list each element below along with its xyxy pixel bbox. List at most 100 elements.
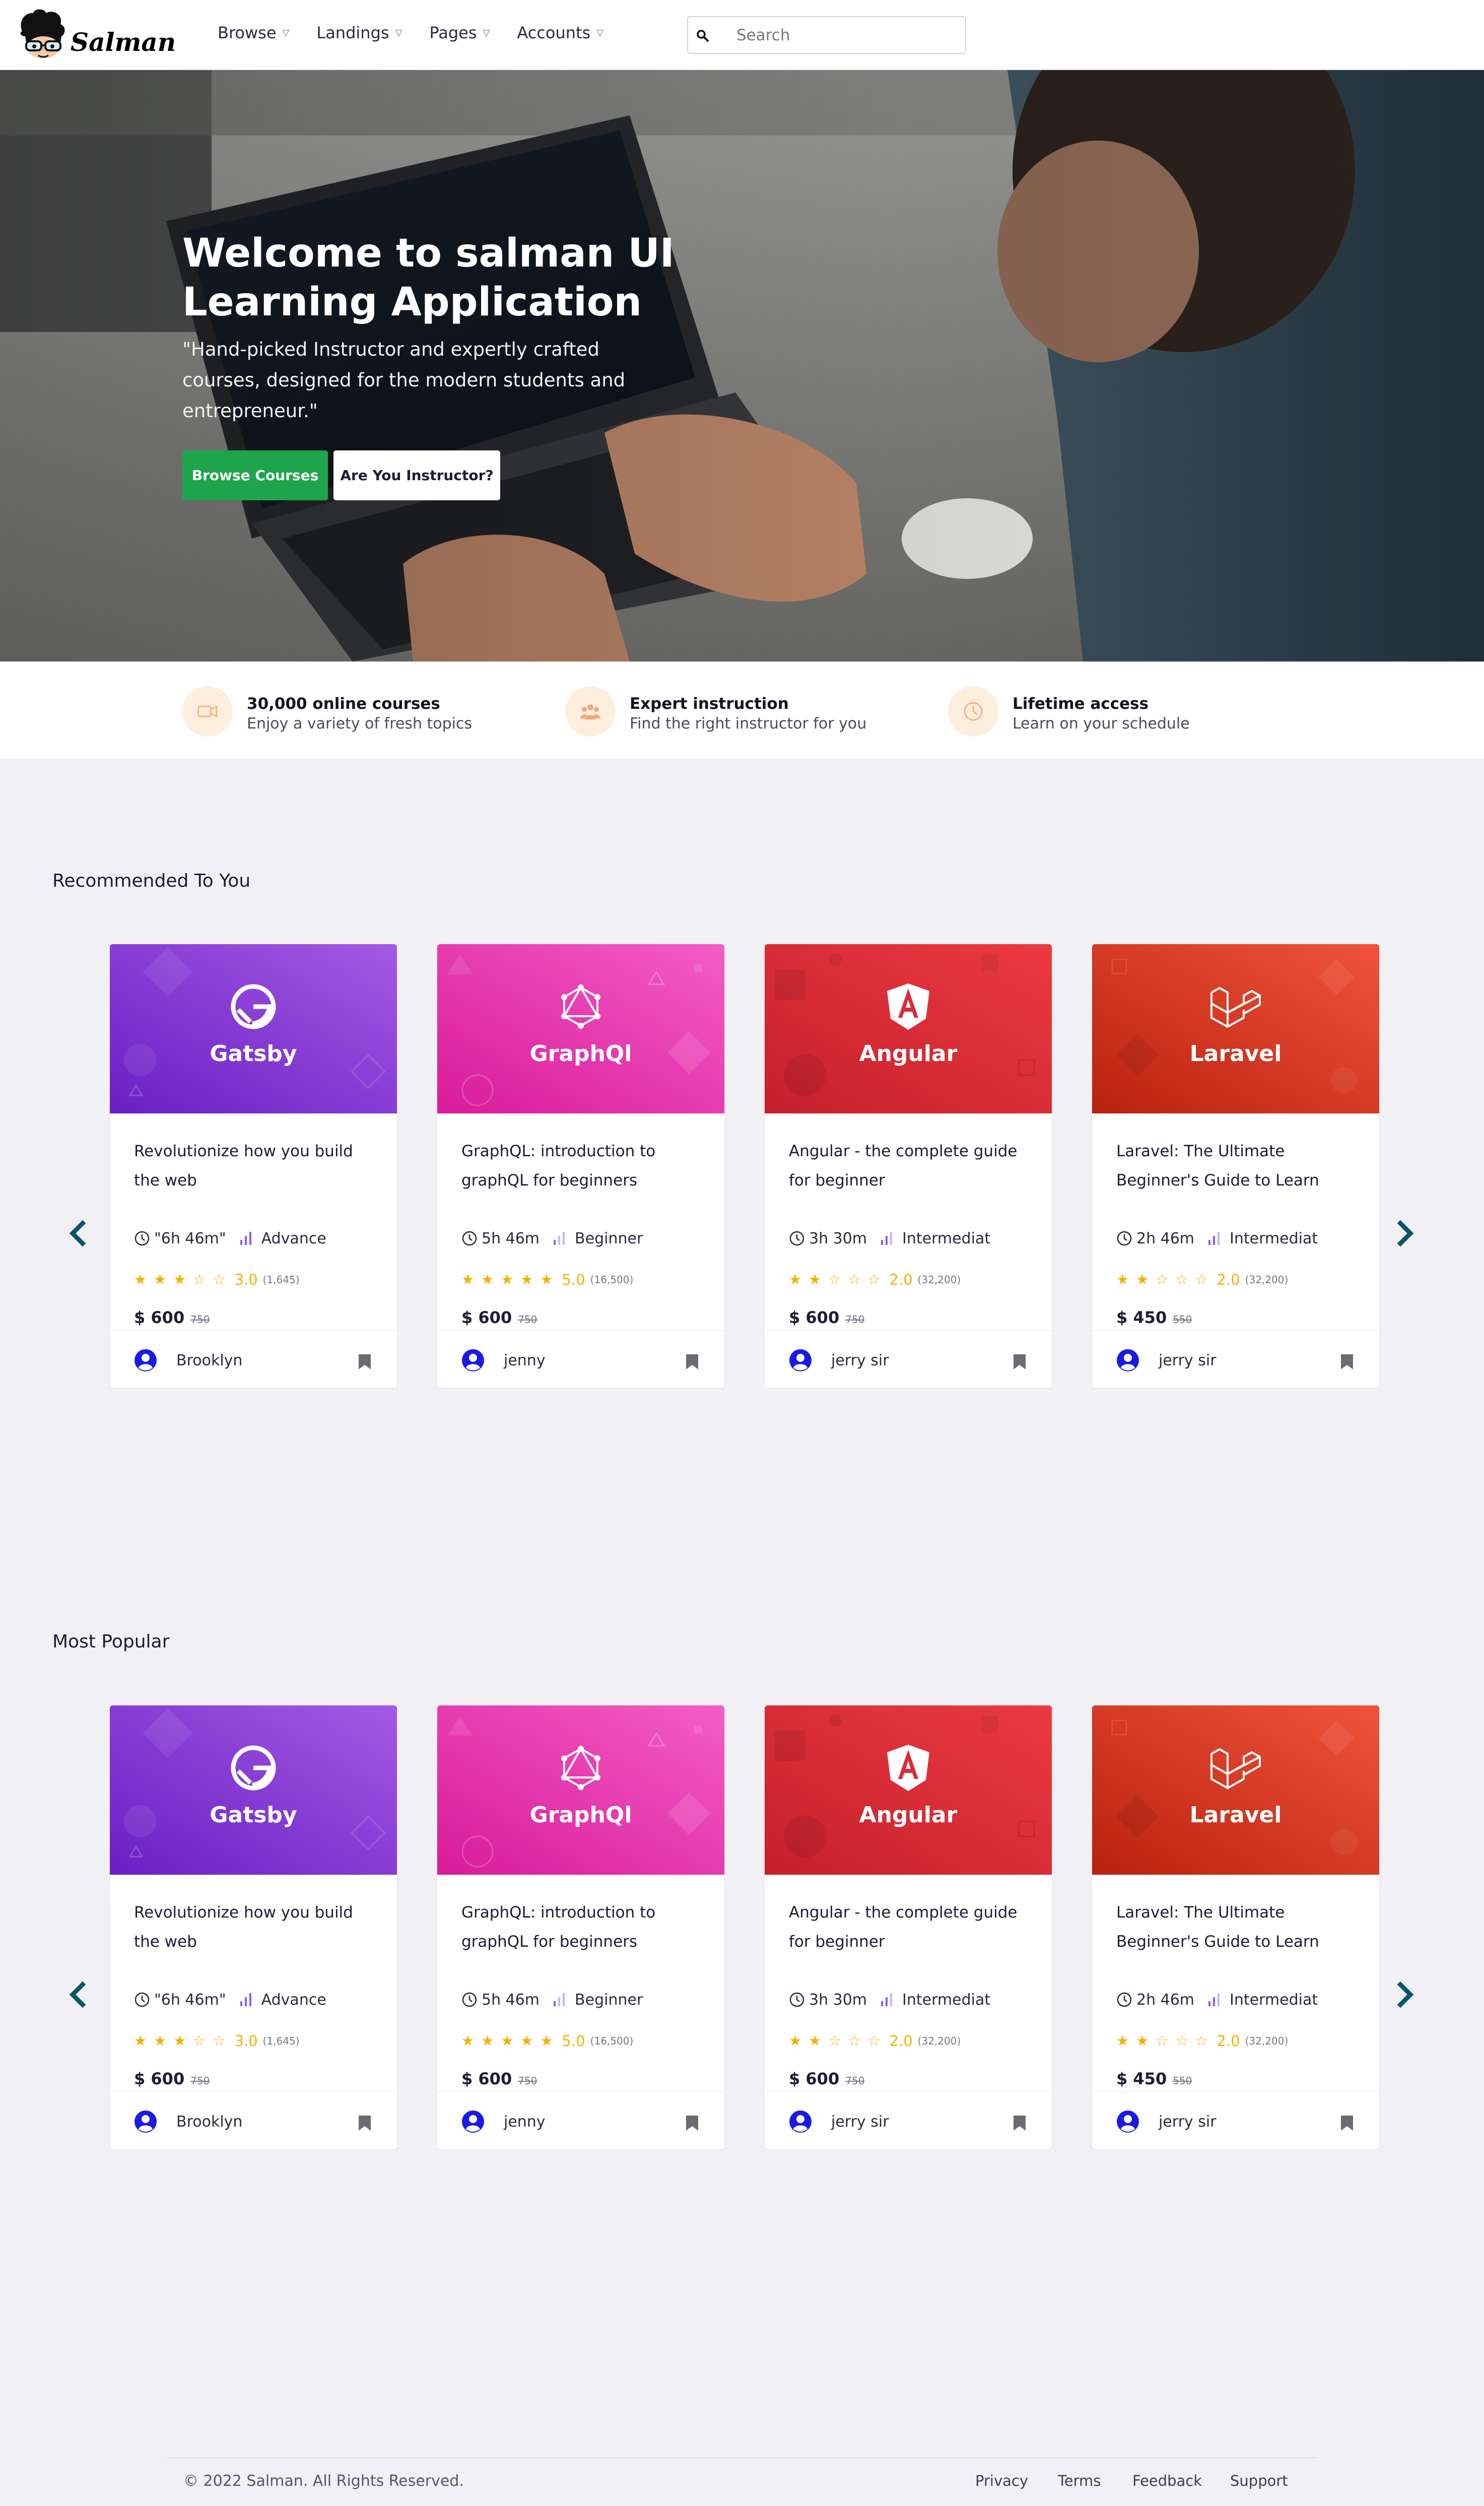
carousel-next-arrow-icon[interactable] — [1390, 1218, 1421, 1248]
author-name[interactable]: jerry sir — [831, 1352, 889, 1369]
level-bars-icon — [1208, 1993, 1220, 2006]
course-title[interactable]: Angular - the complete guide for beginne… — [789, 1137, 1036, 1195]
course-banner-graphql: GraphQl — [437, 944, 724, 1113]
user-avatar-icon[interactable] — [461, 2110, 485, 2133]
star-filled-icon: ★ — [481, 1271, 494, 1288]
author-name[interactable]: Brooklyn — [176, 2113, 242, 2131]
course-title[interactable]: Revolutionize how you build the web — [134, 1898, 381, 1956]
author-name[interactable]: jenny — [504, 2113, 546, 2131]
star-empty-icon: ☆ — [213, 2032, 226, 2049]
course-banner-gatsby: Gatsby — [110, 944, 397, 1113]
clock-icon — [964, 702, 983, 721]
star-filled-icon: ★ — [789, 1271, 802, 1288]
course-price: $ 600 750 — [789, 1308, 864, 1327]
carousel-next-arrow-icon[interactable] — [1390, 1980, 1421, 2010]
course-card[interactable]: Gatsby Revolutionize how you build the w… — [110, 944, 397, 1388]
bookmark-icon[interactable] — [1013, 1353, 1027, 1370]
menu-landings[interactable]: Landings ▽ — [316, 23, 402, 42]
price-old: 750 — [190, 2075, 210, 2087]
user-avatar-icon[interactable] — [1116, 2110, 1139, 2133]
course-card[interactable]: Angular Angular - the complete guide for… — [765, 944, 1052, 1388]
menu-pages[interactable]: Pages ▽ — [429, 23, 490, 42]
are-you-instructor-button[interactable]: Are You Instructor? — [333, 450, 500, 500]
banner-label: Laravel — [1189, 1041, 1282, 1067]
course-title[interactable]: Laravel: The Ultimate Beginner's Guide t… — [1116, 1898, 1363, 1956]
price-old: 750 — [845, 1313, 865, 1326]
course-footer: jenny — [437, 2091, 724, 2149]
user-avatar-icon[interactable] — [461, 1349, 485, 1372]
course-card[interactable]: Angular Angular - the complete guide for… — [765, 1705, 1052, 2149]
course-footer: jerry sir — [1092, 1330, 1379, 1388]
course-duration: "6h 46m" — [154, 1229, 226, 1247]
author-name[interactable]: jerry sir — [1159, 1352, 1217, 1369]
course-card[interactable]: Gatsby Revolutionize how you build the w… — [110, 1705, 397, 2149]
course-level: Beginner — [575, 1229, 643, 1247]
user-avatar-icon[interactable] — [789, 1349, 812, 1372]
level-bars-icon — [240, 1993, 251, 2006]
course-price: $ 600 750 — [134, 1308, 210, 1327]
course-price: $ 600 750 — [461, 2069, 537, 2088]
course-meta: 2h 46m Intermediat — [1116, 1228, 1318, 1248]
bookmark-icon[interactable] — [685, 2115, 699, 2132]
footer-link-support[interactable]: Support — [1230, 2472, 1288, 2489]
star-empty-icon: ☆ — [848, 2032, 861, 2049]
menu-browse[interactable]: Browse ▽ — [218, 23, 289, 42]
users-icon — [580, 704, 600, 719]
author-name[interactable]: jerry sir — [831, 2113, 889, 2131]
section-title-recommended: Recommended To You — [52, 871, 251, 891]
feature-icon-wrap — [948, 686, 998, 737]
course-card[interactable]: Laravel Laravel: The Ultimate Beginner's… — [1092, 1705, 1379, 2149]
bookmark-icon[interactable] — [1340, 2115, 1354, 2132]
user-avatar-icon[interactable] — [134, 1349, 157, 1372]
author-name[interactable]: jenny — [504, 1352, 546, 1369]
author-name[interactable]: Brooklyn — [176, 1352, 242, 1369]
user-avatar-icon[interactable] — [134, 2110, 157, 2133]
rating-value: 2.0 — [889, 2032, 913, 2050]
bookmark-icon[interactable] — [358, 1353, 372, 1370]
course-meta: "6h 46m" Advance — [134, 1228, 326, 1248]
carousel-prev-arrow-icon[interactable] — [62, 1980, 93, 2010]
bookmark-icon[interactable] — [358, 2115, 372, 2132]
level-bars-icon — [240, 1232, 251, 1245]
course-card[interactable]: GraphQl GraphQL: introduction to graphQL… — [437, 944, 724, 1388]
course-card[interactable]: Laravel Laravel: The Ultimate Beginner's… — [1092, 944, 1379, 1388]
course-rating: ★ ★ ☆ ☆ ☆ 2.0 (32,200) — [789, 1271, 961, 1289]
author-name[interactable]: jerry sir — [1159, 2113, 1217, 2131]
clock-icon — [462, 1992, 477, 2007]
footer-link-privacy[interactable]: Privacy — [975, 2472, 1028, 2489]
course-price: $ 600 750 — [134, 2069, 210, 2088]
course-meta: 3h 30m Intermediat — [789, 1990, 990, 2010]
course-title[interactable]: Angular - the complete guide for beginne… — [789, 1898, 1036, 1956]
course-title[interactable]: GraphQL: introduction to graphQL for beg… — [461, 1898, 708, 1956]
course-title[interactable]: Revolutionize how you build the web — [134, 1137, 381, 1195]
course-duration: 5h 46m — [482, 1229, 540, 1247]
brand-name: Salman — [71, 27, 176, 57]
star-empty-icon: ☆ — [1156, 1271, 1169, 1288]
menu-accounts[interactable]: Accounts ▽ — [517, 23, 603, 42]
banner-label: Angular — [859, 1041, 958, 1067]
course-duration: 2h 46m — [1136, 1991, 1195, 2009]
course-card[interactable]: GraphQl GraphQL: introduction to graphQL… — [437, 1705, 724, 2149]
clock-icon — [1117, 1992, 1132, 2007]
course-title[interactable]: GraphQL: introduction to graphQL for beg… — [461, 1137, 708, 1195]
carousel-prev-arrow-icon[interactable] — [62, 1218, 93, 1248]
course-title[interactable]: Laravel: The Ultimate Beginner's Guide t… — [1116, 1137, 1363, 1195]
course-price: $ 450 550 — [1116, 1308, 1192, 1327]
logo-avatar-icon — [20, 9, 65, 58]
rating-value: 2.0 — [1217, 2032, 1240, 2050]
brand-logo[interactable]: Salman — [15, 7, 181, 63]
search-input[interactable] — [736, 17, 958, 53]
bookmark-icon[interactable] — [685, 1353, 699, 1370]
bookmark-icon[interactable] — [1340, 1353, 1354, 1370]
star-empty-icon: ☆ — [828, 1271, 841, 1288]
footer-link-terms[interactable]: Terms — [1058, 2472, 1101, 2489]
user-avatar-icon[interactable] — [1116, 1349, 1139, 1372]
footer-link-feedback[interactable]: Feedback — [1132, 2472, 1202, 2489]
rating-value: 2.0 — [889, 1271, 913, 1288]
browse-courses-button[interactable]: Browse Courses — [182, 450, 328, 500]
star-empty-icon: ☆ — [1156, 2032, 1169, 2049]
user-avatar-icon[interactable] — [789, 2110, 812, 2133]
bookmark-icon[interactable] — [1013, 2115, 1027, 2132]
rating-count: (16,500) — [590, 2035, 634, 2047]
course-level: Advance — [261, 1229, 326, 1247]
